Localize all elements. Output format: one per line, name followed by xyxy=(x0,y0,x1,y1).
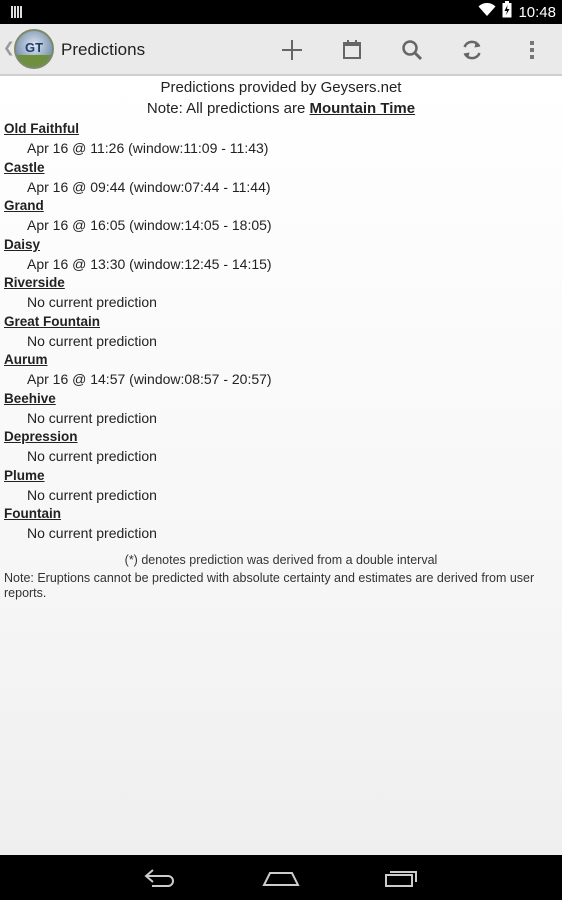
notification-icon xyxy=(10,5,24,24)
search-button[interactable] xyxy=(396,34,428,66)
app-logo-text: GT xyxy=(24,40,44,55)
refresh-icon xyxy=(463,40,481,60)
screen-title: Predictions xyxy=(61,40,146,59)
timezone-note-prefix: Note: All predictions are xyxy=(146,100,310,117)
recent-apps-button[interactable] xyxy=(376,865,426,891)
geyser-prediction: Apr 16 @ 13:30 (window:12:45 - 14:15) xyxy=(27,256,272,272)
clock: 10:48 xyxy=(518,3,556,21)
geyser-prediction: No current prediction xyxy=(27,448,157,464)
app-logo[interactable]: GT xyxy=(14,29,54,69)
overflow-menu-button[interactable] xyxy=(516,34,548,66)
predictions-content: Predictions provided by Geysers.net Note… xyxy=(0,76,562,855)
geyser-name[interactable]: Daisy xyxy=(4,237,40,252)
double-interval-footnote: (*) denotes prediction was derived from … xyxy=(124,553,438,567)
add-button[interactable] xyxy=(276,34,308,66)
geyser-name[interactable]: Great Fountain xyxy=(4,314,100,329)
timezone-note: Note: All predictions are Mountain Time xyxy=(0,100,562,117)
system-navigation-bar xyxy=(0,855,562,900)
geyser-prediction: Apr 16 @ 11:26 (window:11:09 - 11:43) xyxy=(27,140,269,156)
wifi-icon xyxy=(478,2,496,22)
geyser-prediction: No current prediction xyxy=(27,333,157,349)
geyser-prediction: Apr 16 @ 09:44 (window:07:44 - 11:44) xyxy=(27,179,271,195)
geyser-prediction: Apr 16 @ 14:57 (window:08:57 - 20:57) xyxy=(27,371,272,387)
geyser-name[interactable]: Old Faithful xyxy=(4,121,79,136)
geyser-name[interactable]: Depression xyxy=(4,429,78,444)
geyser-prediction: No current prediction xyxy=(27,410,157,426)
disclaimer-footnote: Note: Eruptions cannot be predicted with… xyxy=(4,571,535,600)
action-bar: ❮ GT Predictions xyxy=(0,24,562,76)
geyser-name[interactable]: Beehive xyxy=(4,391,56,406)
status-bar: 10:48 xyxy=(0,0,562,24)
up-navigation-icon[interactable]: ❮ xyxy=(3,39,15,56)
refresh-button[interactable] xyxy=(456,34,488,66)
add-icon xyxy=(282,40,302,60)
back-button[interactable] xyxy=(136,865,186,891)
geyser-name[interactable]: Castle xyxy=(4,160,45,175)
geyser-name[interactable]: Plume xyxy=(4,468,45,483)
geyser-prediction: No current prediction xyxy=(27,294,157,310)
geyser-name[interactable]: Grand xyxy=(4,198,44,213)
home-icon xyxy=(262,872,300,886)
geyser-prediction: No current prediction xyxy=(27,487,157,503)
calendar-icon xyxy=(343,40,361,59)
geyser-prediction: No current prediction xyxy=(27,525,157,541)
overflow-menu-icon xyxy=(530,41,534,59)
search-icon xyxy=(402,40,423,61)
geyser-name[interactable]: Riverside xyxy=(4,275,65,290)
recent-apps-icon xyxy=(385,871,417,887)
home-button[interactable] xyxy=(256,865,306,891)
calendar-button[interactable] xyxy=(336,34,368,66)
geyser-name[interactable]: Fountain xyxy=(4,506,61,521)
geyser-name[interactable]: Aurum xyxy=(4,352,48,367)
geyser-prediction: Apr 16 @ 16:05 (window:14:05 - 18:05) xyxy=(27,217,272,233)
provided-by-text: Predictions provided by Geysers.net xyxy=(160,79,402,96)
battery-icon xyxy=(502,1,512,23)
back-icon xyxy=(144,869,174,887)
timezone-label: Mountain Time xyxy=(309,100,416,117)
